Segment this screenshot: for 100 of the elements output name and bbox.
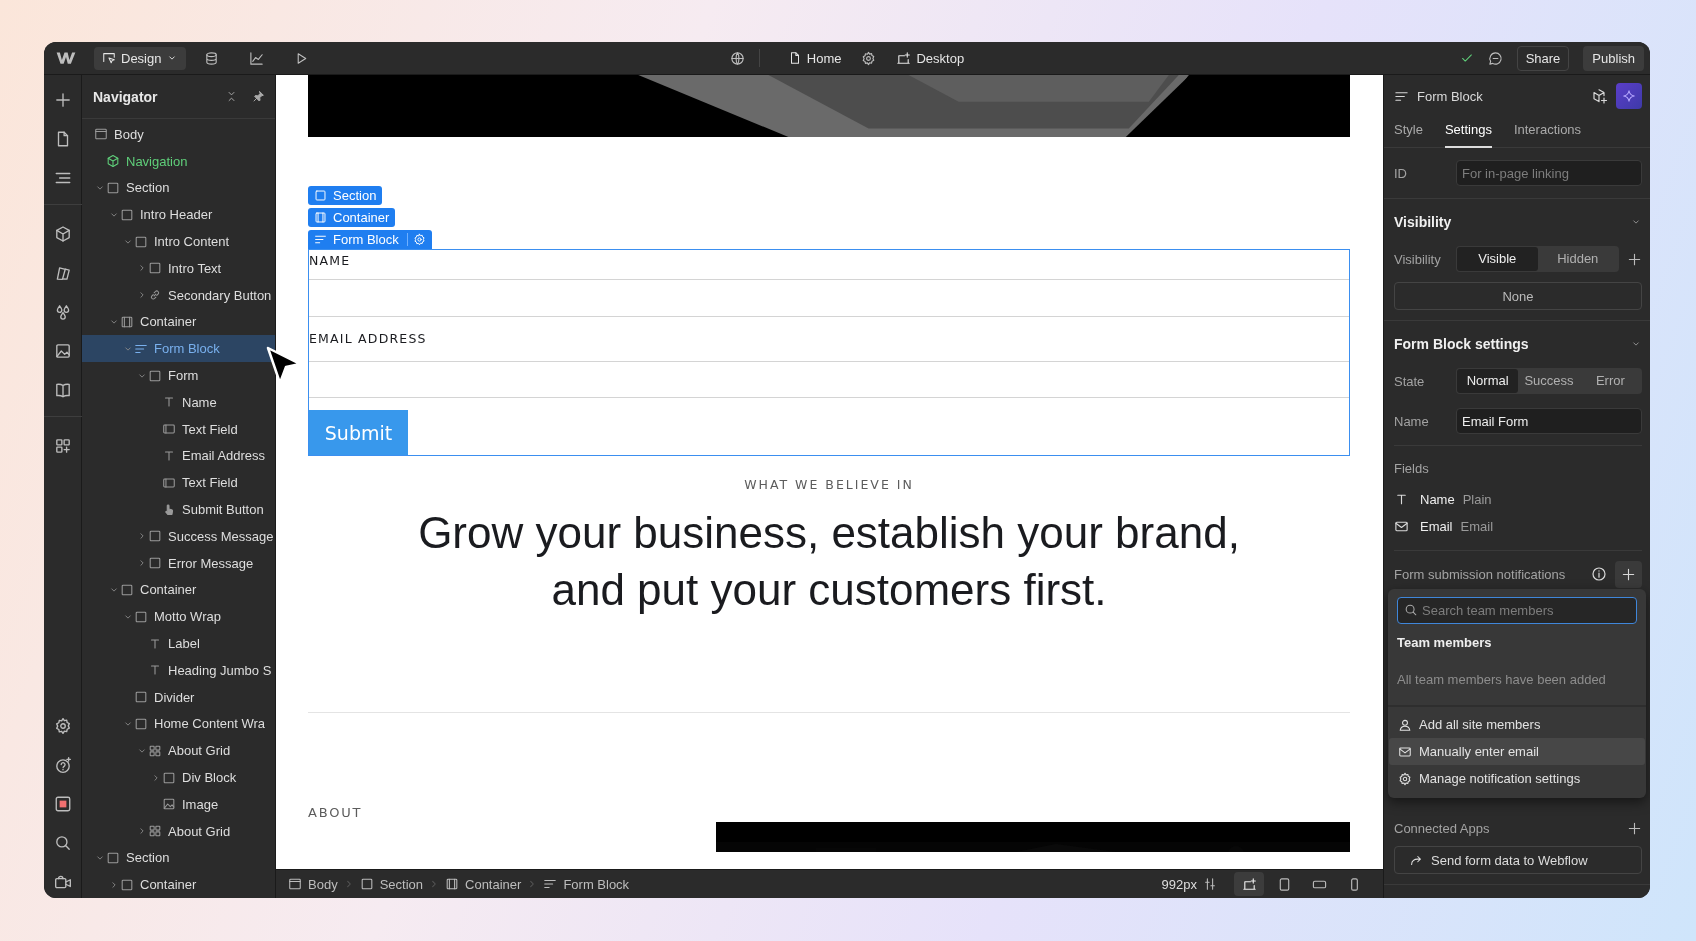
cube-icon[interactable] xyxy=(53,224,72,243)
section-title: Visibility xyxy=(1394,213,1453,230)
navigator-item[interactable]: Form xyxy=(82,362,275,389)
segment-option[interactable]: Normal xyxy=(1457,369,1519,393)
add-icon[interactable] xyxy=(1627,820,1642,836)
navigator-item[interactable]: Text Field xyxy=(82,415,275,443)
globe-icon[interactable] xyxy=(729,50,745,66)
search-field[interactable]: Search team members xyxy=(1397,597,1637,624)
navigator-item[interactable]: Intro Content xyxy=(82,228,275,255)
segment-option[interactable]: Visible xyxy=(1457,247,1538,271)
record-icon[interactable] xyxy=(53,794,72,813)
apps-icon[interactable] xyxy=(53,436,72,455)
breadcrumb-item[interactable]: Container xyxy=(445,876,522,892)
cube-plus-icon[interactable] xyxy=(1592,88,1608,104)
settings-icon[interactable] xyxy=(412,233,426,246)
share-button[interactable]: Share xyxy=(1516,45,1570,71)
pin-icon[interactable] xyxy=(252,90,265,103)
image-icon[interactable] xyxy=(53,341,72,360)
segment-option[interactable]: Error xyxy=(1579,369,1641,393)
navigator-item[interactable]: Intro Header xyxy=(82,201,275,229)
element-tag[interactable]: Form Block xyxy=(308,230,432,249)
navigator-item[interactable]: Secondary Button xyxy=(82,281,275,309)
navigator-item[interactable]: Heading Jumbo S xyxy=(82,656,275,684)
navigator-item[interactable]: Container xyxy=(82,576,275,604)
navigator-item[interactable]: Divider xyxy=(82,683,275,711)
add-icon[interactable] xyxy=(53,90,72,109)
collapse-icon[interactable] xyxy=(225,90,238,103)
menu-item[interactable]: Add all site members xyxy=(1389,711,1645,738)
navigator-item[interactable]: Navigation xyxy=(82,147,275,175)
navigator-item[interactable]: About Grid xyxy=(82,737,275,765)
navigator-item[interactable]: Body xyxy=(82,121,275,148)
input-field[interactable] xyxy=(309,360,1349,399)
navigator-item[interactable]: Div Block xyxy=(82,764,275,791)
chart-icon[interactable] xyxy=(249,50,265,66)
navigator-item[interactable]: Name xyxy=(82,388,275,416)
input-field[interactable] xyxy=(309,279,1349,317)
desktop-icon xyxy=(1241,876,1257,892)
settings-icon[interactable] xyxy=(861,50,877,66)
heading: Grow your business, establish your brand, and put your customers first. xyxy=(417,507,1241,616)
navigator-item[interactable]: Email Address xyxy=(82,442,275,470)
name-field[interactable]: Email Form xyxy=(1456,408,1642,434)
navigator-item[interactable]: Text Field xyxy=(82,469,275,497)
cursor-select-icon xyxy=(102,51,116,65)
element-tag[interactable]: Section xyxy=(308,186,383,205)
menu-item[interactable]: Manually enter email xyxy=(1389,738,1645,765)
envelope-icon xyxy=(1398,744,1412,759)
breakpoint-selector[interactable]: Desktop xyxy=(890,46,971,70)
navigator-item[interactable]: Motto Wrap xyxy=(82,603,275,631)
cube-icon xyxy=(106,154,120,169)
navigator-item[interactable]: Home Content Wra xyxy=(82,710,275,738)
box-icon xyxy=(106,850,120,865)
search-icon[interactable] xyxy=(53,833,72,852)
navigator-item[interactable]: Submit Button xyxy=(82,496,275,523)
navigator-item[interactable]: Error Message xyxy=(82,549,275,577)
navigator-item[interactable]: Container xyxy=(82,308,275,336)
form-field-item[interactable]: Email Email xyxy=(1384,513,1650,540)
navigator-item[interactable]: Container xyxy=(82,871,275,898)
info-icon[interactable] xyxy=(1591,566,1607,582)
navigator-item[interactable]: Intro Text xyxy=(82,255,275,282)
form-block[interactable]: NAME EMAIL ADDRESS Submit xyxy=(308,249,1350,456)
navigator-item[interactable]: Label xyxy=(82,630,275,657)
conditions-button[interactable]: None xyxy=(1394,282,1642,310)
navigator-item[interactable]: About Grid xyxy=(82,817,275,845)
navigator-item[interactable]: Success Message xyxy=(82,522,275,550)
device-button[interactable] xyxy=(1234,872,1264,896)
navigator-item[interactable]: Section xyxy=(82,844,275,872)
sparkle-icon xyxy=(1622,89,1636,103)
add-icon[interactable] xyxy=(1627,251,1642,267)
breadcrumb-item[interactable]: Section xyxy=(359,876,423,892)
send-form-data-button[interactable]: Send form data to Webflow xyxy=(1394,846,1642,874)
design-mode-button[interactable]: Design xyxy=(94,46,187,70)
form-field-item[interactable]: Name Plain xyxy=(1384,486,1650,513)
menu-item[interactable]: Manage notification settings xyxy=(1389,765,1645,792)
field-label: Connected Apps xyxy=(1394,820,1491,836)
element-tag[interactable]: Container xyxy=(308,208,396,227)
navigator-item[interactable]: Form Block xyxy=(82,335,275,363)
navigator-item[interactable]: Section xyxy=(82,174,275,202)
add-notification-button[interactable] xyxy=(1615,560,1642,588)
page-selector[interactable]: Home xyxy=(781,46,848,70)
panel-tab[interactable]: Interactions xyxy=(1513,117,1582,148)
hand-icon xyxy=(162,502,176,517)
breadcrumb-item[interactable]: Body xyxy=(288,876,338,892)
panel-tab[interactable]: Settings xyxy=(1444,117,1492,148)
field-label: Fields xyxy=(1394,460,1429,476)
settings-icon[interactable] xyxy=(53,716,72,735)
help-icon[interactable] xyxy=(53,755,72,774)
ai-assistant-button[interactable] xyxy=(1616,83,1642,109)
database-icon[interactable] xyxy=(204,50,220,66)
publish-button[interactable]: Publish xyxy=(1583,45,1644,71)
add-icon xyxy=(1621,566,1636,582)
comment-icon[interactable] xyxy=(1487,50,1503,66)
panel-tab[interactable]: Style xyxy=(1394,117,1423,148)
id-field[interactable]: For in-page linking xyxy=(1456,160,1642,186)
segment-option[interactable]: Success xyxy=(1518,369,1580,393)
field-icon xyxy=(162,422,176,437)
navigator-item[interactable]: Image xyxy=(82,790,275,818)
breadcrumb-item[interactable]: Form Block xyxy=(543,876,630,892)
segment-option[interactable]: Hidden xyxy=(1537,247,1618,271)
canvas-width: 992px xyxy=(1161,876,1197,892)
sliders-icon[interactable] xyxy=(1203,877,1217,891)
